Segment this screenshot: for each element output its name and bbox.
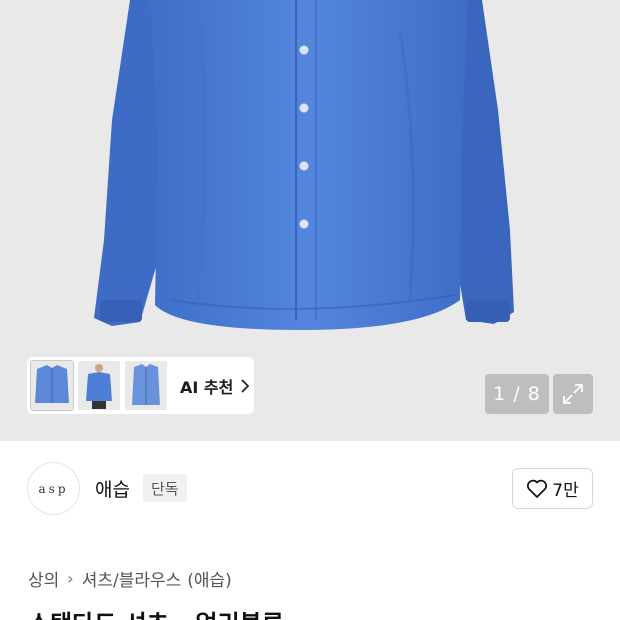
brand-row: asp 애습 단독 7만: [0, 441, 620, 533]
shirt-front-thumbnail[interactable]: [30, 360, 74, 411]
product-title: 스탠다드 셔츠 - 얼리블루: [28, 604, 284, 620]
shirt-detail-thumbnail[interactable]: [125, 361, 167, 410]
shirt-model-thumbnail[interactable]: [78, 361, 120, 410]
image-counter: 1 / 8: [485, 374, 549, 414]
heart-icon: [527, 479, 548, 498]
like-button[interactable]: 7만: [512, 468, 593, 509]
thumbnail-strip: AI 추천: [27, 357, 254, 414]
ai-recommend-button[interactable]: AI 추천: [180, 374, 250, 398]
expand-button[interactable]: [553, 374, 593, 414]
chevron-right-icon: ›: [67, 569, 74, 588]
breadcrumb-subcategory[interactable]: 셔츠/블라우스: [82, 566, 182, 591]
chevron-right-icon: [241, 378, 250, 393]
brand-logo[interactable]: asp: [27, 462, 80, 515]
like-count: 7만: [552, 481, 579, 501]
expand-icon: [563, 384, 583, 404]
breadcrumb-brand[interactable]: (애습): [187, 566, 232, 591]
exclusive-badge: 단독: [143, 474, 187, 502]
product-image-gallery[interactable]: AI 추천 1 / 8: [0, 0, 620, 441]
ai-recommend-label: AI 추천: [180, 377, 234, 397]
brand-name[interactable]: 애습: [95, 475, 130, 502]
breadcrumb: 상의 › 셔츠/블라우스 (애습): [28, 566, 232, 591]
breadcrumb-category[interactable]: 상의: [28, 566, 59, 591]
